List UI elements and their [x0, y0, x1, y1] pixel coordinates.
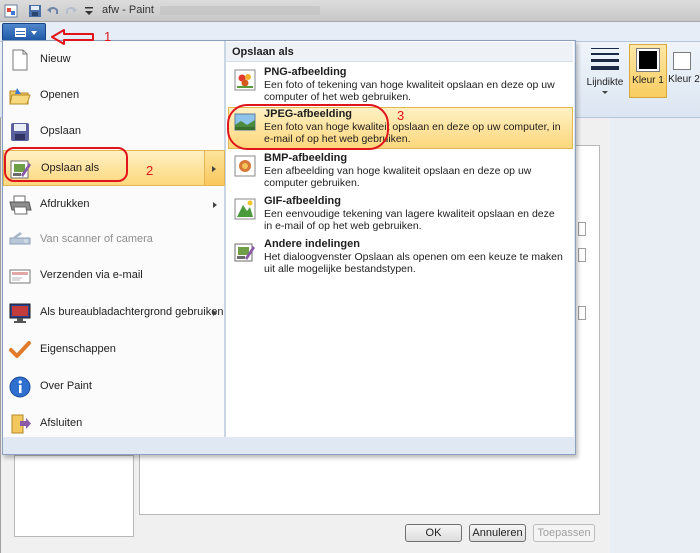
annotation-arrow-icon: [51, 29, 94, 45]
menu-item-email[interactable]: Verzenden via e-mail: [3, 258, 225, 294]
chevron-right-icon: [213, 310, 217, 316]
annotation-step-2: 2: [146, 163, 154, 178]
ghost-window-title: [160, 6, 320, 15]
color1-swatch: [636, 48, 660, 72]
chevron-right-icon: [213, 202, 217, 208]
chevron-down-icon: [602, 91, 608, 94]
menu-item-label: Afsluiten: [40, 417, 83, 429]
png-image-icon: [234, 69, 256, 91]
menu-item-label: Verzenden via e-mail: [40, 269, 143, 281]
color1-label: Kleur 1: [632, 75, 664, 86]
save-icon[interactable]: [28, 4, 42, 18]
submenu-item-title: PNG-afbeelding: [264, 66, 347, 78]
save-icon: [11, 123, 29, 141]
exit-icon: [11, 414, 31, 434]
menu-item-properties[interactable]: Eigenschappen: [3, 332, 225, 368]
save-as-other-formats[interactable]: Andere indelingen Het dialoogvenster Ops…: [229, 238, 572, 280]
undo-icon[interactable]: [46, 4, 60, 18]
scanner-icon: [9, 232, 31, 245]
desktop-background-icon: [9, 303, 31, 323]
window-title: afw - Paint: [102, 4, 154, 16]
title-bar: afw - Paint: [0, 0, 700, 22]
menu-item-open[interactable]: Openen: [3, 78, 225, 114]
save-as-gif[interactable]: GIF-afbeelding Een eenvoudige tekening v…: [229, 195, 572, 237]
menu-item-set-desktop-background[interactable]: Als bureaubladachtergrond gebruiken: [3, 295, 225, 331]
color2-label: Kleur 2: [668, 74, 700, 85]
menu-item-label: Opslaan: [40, 125, 81, 137]
submenu-item-title: Andere indelingen: [264, 238, 360, 250]
submenu-item-description: Een eenvoudige tekening van lagere kwali…: [264, 208, 555, 232]
annotation-circle-save-as: [4, 147, 128, 182]
menu-footer: [3, 437, 574, 453]
checkmark-icon: [9, 341, 31, 358]
line-width-icon: [591, 48, 619, 72]
annotation-step-3: 3: [397, 108, 405, 123]
menu-item-new[interactable]: Nieuw: [3, 42, 225, 78]
menu-item-label: Nieuw: [40, 53, 71, 65]
other-formats-icon: [234, 243, 255, 262]
gif-image-icon: [234, 198, 256, 220]
line-width-button[interactable]: Lijndikte: [583, 44, 627, 98]
chevron-right-icon: [212, 166, 216, 172]
menu-item-label: Openen: [40, 89, 80, 101]
menu-item-label: Over Paint: [40, 380, 92, 392]
color2-button[interactable]: Kleur 2: [668, 44, 700, 98]
menu-item-label: Afdrukken: [40, 198, 90, 210]
save-as-bmp[interactable]: BMP-afbeelding Een afbeelding van hoge k…: [229, 152, 572, 192]
email-icon: [9, 269, 31, 284]
cancel-button[interactable]: Annuleren: [469, 524, 526, 542]
annotation-circle-jpeg: [227, 104, 389, 150]
line-width-label: Lijndikte: [586, 77, 624, 88]
open-folder-icon: [9, 88, 31, 105]
dialog-preview-box: [14, 455, 134, 537]
apply-button: Toepassen: [533, 524, 595, 542]
color1-button[interactable]: Kleur 1: [629, 44, 667, 98]
submenu-item-title: GIF-afbeelding: [264, 195, 341, 207]
bmp-image-icon: [234, 155, 256, 177]
menu-item-label: Van scanner of camera: [40, 233, 153, 245]
paint-icon: [4, 4, 18, 18]
canvas-area: [610, 118, 700, 553]
menu-item-about[interactable]: Over Paint: [3, 369, 225, 405]
ok-button[interactable]: OK: [405, 524, 462, 542]
info-icon: [9, 376, 31, 398]
printer-icon: [9, 195, 32, 215]
submenu-header: Opslaan als: [226, 42, 573, 62]
menu-item-label: Eigenschappen: [40, 343, 116, 355]
color2-swatch: [673, 52, 691, 70]
new-document-icon: [12, 49, 28, 71]
menu-item-scanner: Van scanner of camera: [3, 222, 225, 258]
dialog-spin-control[interactable]: [578, 306, 586, 320]
submenu-item-title: BMP-afbeelding: [264, 152, 348, 164]
annotation-step-1: 1: [104, 29, 112, 44]
paint-menu-button[interactable]: [2, 23, 46, 41]
redo-icon[interactable]: [64, 4, 78, 18]
menu-item-save[interactable]: Opslaan: [3, 114, 225, 150]
customize-dropdown-icon[interactable]: [82, 4, 96, 18]
save-as-png[interactable]: PNG-afbeelding Een foto of tekening van …: [229, 66, 572, 104]
submenu-item-description: Het dialoogvenster Opslaan als openen om…: [264, 251, 563, 275]
menu-item-label: Als bureaubladachtergrond gebruiken: [40, 306, 224, 318]
dialog-spin-control[interactable]: [578, 248, 586, 262]
menu-item-print[interactable]: Afdrukken: [3, 187, 225, 223]
chevron-down-icon: [31, 31, 37, 35]
menu-icon: [15, 28, 26, 37]
submenu-item-description: Een afbeelding van hoge kwaliteit opslaa…: [264, 165, 532, 189]
dialog-spin-control[interactable]: [578, 222, 586, 236]
submenu-item-description: Een foto of tekening van hoge kwaliteit …: [264, 79, 555, 103]
